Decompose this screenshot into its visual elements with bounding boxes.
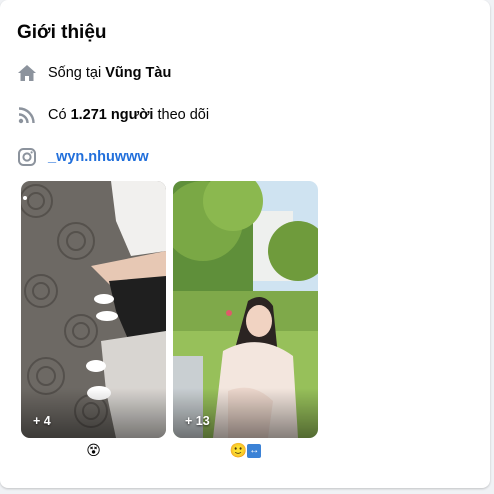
followers-prefix: Có	[48, 107, 71, 123]
intro-title: Giới thiệu	[17, 22, 107, 43]
followers-suffix: theo dõi	[153, 107, 210, 123]
live-in-place[interactable]: Vũng Tàu	[105, 65, 171, 81]
arrows-icon: ↔	[247, 444, 262, 459]
live-in-prefix: Sống tại	[48, 65, 106, 81]
followers-row: Có 1.271 người theo dõi	[17, 103, 209, 127]
story-1-shade	[21, 388, 166, 438]
home-icon	[17, 63, 37, 83]
instagram-row: _wyn.nhuwww	[17, 145, 149, 169]
intro-card: Giới thiệu Sống tại Vũng Tàu Có 1.271 ng…	[0, 0, 490, 488]
featured-story-2[interactable]: + 13	[173, 181, 318, 438]
featured-story-1[interactable]: + 4	[21, 181, 166, 438]
story-2-caption-emoji: 🙂	[229, 442, 248, 458]
followers-count[interactable]: 1.271 người	[71, 107, 154, 123]
instagram-link[interactable]: _wyn.nhuwww	[48, 149, 149, 165]
story-2-shade	[173, 388, 318, 438]
story-2-caption: 🙂 ↔	[173, 442, 318, 459]
rss-icon	[17, 105, 37, 125]
live-in-text: Sống tại Vũng Tàu	[48, 65, 171, 81]
followers-text: Có 1.271 người theo dõi	[48, 107, 209, 123]
story-2-count: + 13	[185, 414, 210, 428]
story-1-caption: 😵	[86, 442, 101, 458]
instagram-icon	[17, 147, 37, 167]
story-1-count: + 4	[33, 414, 51, 428]
live-in-row: Sống tại Vũng Tàu	[17, 61, 171, 85]
